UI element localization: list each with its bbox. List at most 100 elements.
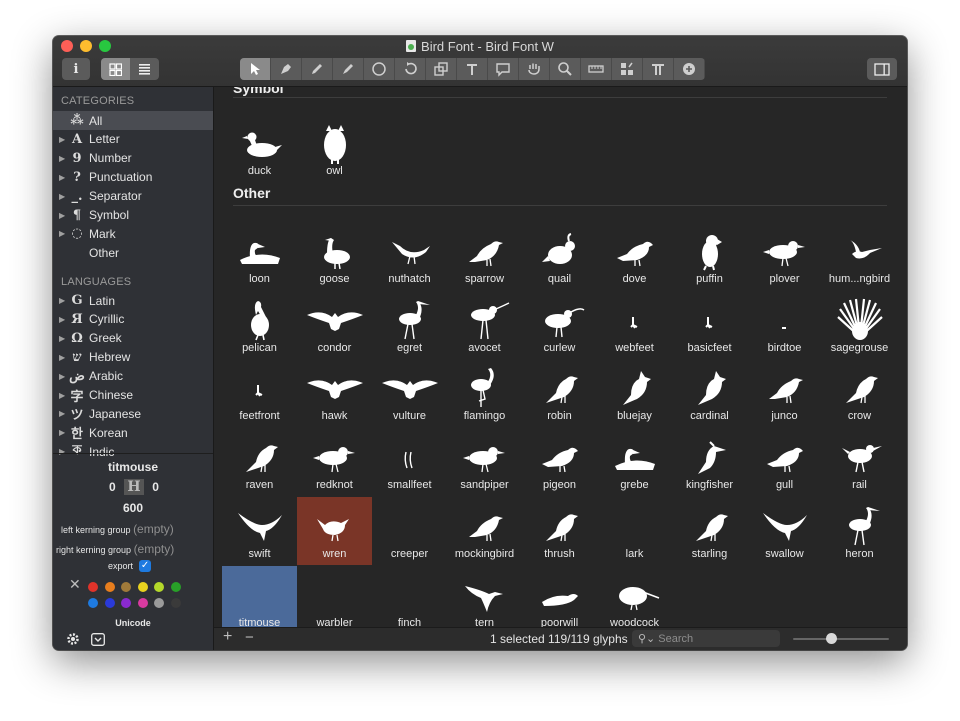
glyph-cell[interactable]: lark bbox=[597, 497, 672, 565]
tool-button[interactable] bbox=[581, 58, 612, 80]
clear-color-icon[interactable]: ✕ bbox=[69, 576, 81, 593]
glyph-cell[interactable]: basicfeet bbox=[672, 291, 747, 359]
disclosure-triangle-icon[interactable]: ▶ bbox=[59, 173, 69, 182]
tool-button[interactable] bbox=[364, 58, 395, 80]
glyph-cell[interactable]: flamingo bbox=[447, 359, 522, 427]
glyph-cell[interactable]: heron bbox=[822, 497, 897, 565]
tool-button[interactable] bbox=[674, 58, 705, 80]
disclosure-triangle-icon[interactable]: ▶ bbox=[59, 353, 69, 362]
glyph-cell[interactable]: sparrow bbox=[447, 222, 522, 290]
grid-view-button[interactable] bbox=[101, 58, 130, 80]
glyph-cell[interactable]: woodcock bbox=[597, 566, 672, 627]
remove-glyph-button[interactable]: − bbox=[245, 629, 254, 646]
disclosure-triangle-icon[interactable]: ▶ bbox=[59, 154, 69, 163]
category-item-letter[interactable]: ▶ A Letter bbox=[53, 130, 213, 149]
glyph-cell[interactable]: owl bbox=[297, 114, 372, 182]
tool-button[interactable] bbox=[550, 58, 581, 80]
export-checkbox[interactable]: ✓ bbox=[139, 560, 152, 572]
glyph-cell[interactable]: warbler bbox=[297, 566, 372, 628]
disclosure-triangle-icon[interactable]: ▶ bbox=[59, 447, 69, 456]
color-swatch[interactable] bbox=[104, 582, 115, 592]
disclosure-triangle-icon[interactable]: ▶ bbox=[59, 229, 69, 238]
language-item-korean[interactable]: ▶ 한 Korean bbox=[53, 423, 213, 443]
glyph-cell[interactable]: poorwill bbox=[522, 566, 597, 627]
glyph-cell[interactable]: egret bbox=[372, 291, 447, 359]
color-swatch[interactable] bbox=[154, 598, 164, 608]
glyph-cell[interactable]: goose bbox=[297, 222, 372, 290]
glyph-cell[interactable]: loon bbox=[222, 222, 297, 290]
glyph-cell[interactable]: kingfisher bbox=[672, 428, 747, 496]
disclosure-triangle-icon[interactable]: ▶ bbox=[59, 211, 69, 220]
color-swatch[interactable] bbox=[137, 582, 148, 592]
glyph-cell[interactable]: puffin bbox=[672, 222, 747, 290]
info-button[interactable]: i bbox=[62, 58, 90, 80]
glyph-cell[interactable]: bluejay bbox=[597, 359, 672, 427]
tool-button[interactable] bbox=[519, 58, 550, 80]
left-bearing-value[interactable]: 0 bbox=[109, 480, 116, 494]
glyph-cell[interactable]: pigeon bbox=[522, 428, 597, 496]
language-item-greek[interactable]: ▶ Ω Greek bbox=[53, 329, 213, 348]
glyph-cell[interactable]: raven bbox=[222, 428, 297, 496]
category-item-number[interactable]: ▶ 9 Number bbox=[53, 149, 213, 168]
tool-button[interactable] bbox=[271, 58, 302, 80]
glyph-cell[interactable]: vulture bbox=[372, 359, 447, 427]
search-field[interactable]: ⚲⌄ Search bbox=[632, 630, 780, 647]
color-swatch[interactable] bbox=[121, 582, 131, 592]
glyph-cell[interactable]: plover bbox=[747, 222, 822, 290]
category-item-symbol[interactable]: ▶ ¶ Symbol bbox=[53, 206, 213, 225]
zoom-slider-track[interactable] bbox=[793, 638, 889, 640]
glyph-cell[interactable]: mockingbird bbox=[447, 497, 522, 565]
glyph-cell[interactable]: finch bbox=[372, 566, 447, 628]
glyph-cell[interactable]: smallfeet bbox=[372, 428, 447, 496]
glyph-cell[interactable]: cardinal bbox=[672, 359, 747, 427]
glyph-cell[interactable]: duck bbox=[222, 114, 297, 182]
disclosure-triangle-icon[interactable]: ▶ bbox=[59, 192, 69, 201]
tool-button[interactable] bbox=[643, 58, 674, 80]
disclosure-triangle-icon[interactable]: ▶ bbox=[59, 391, 69, 400]
language-item-cyrillic[interactable]: ▶ Я Cyrillic bbox=[53, 310, 213, 329]
glyph-cell[interactable]: junco bbox=[747, 359, 822, 427]
color-swatch[interactable] bbox=[154, 582, 164, 592]
language-item-japanese[interactable]: ▶ ツ Japanese bbox=[53, 404, 213, 424]
tool-button[interactable] bbox=[395, 58, 426, 80]
glyph-cell[interactable]: webfeet bbox=[597, 291, 672, 359]
sidebar-toggle-button[interactable] bbox=[867, 58, 897, 80]
right-bearing-value[interactable]: 0 bbox=[152, 480, 159, 494]
glyph-cell[interactable]: grebe bbox=[597, 428, 672, 496]
glyph-cell[interactable]: titmouse bbox=[222, 565, 297, 627]
category-item-mark[interactable]: ▶ ◌ Mark bbox=[53, 224, 213, 243]
tool-button[interactable] bbox=[612, 58, 643, 80]
glyph-cell[interactable]: rail bbox=[822, 428, 897, 496]
glyph-cell[interactable]: redknot bbox=[297, 428, 372, 496]
tool-button[interactable] bbox=[426, 58, 457, 80]
glyph-cell[interactable]: dove bbox=[597, 222, 672, 290]
color-swatch[interactable] bbox=[121, 598, 131, 608]
glyph-cell[interactable]: feetfront bbox=[222, 359, 297, 427]
glyph-cell[interactable]: crow bbox=[822, 359, 897, 427]
tool-button[interactable] bbox=[302, 58, 333, 80]
glyph-cell[interactable]: quail bbox=[522, 222, 597, 290]
glyph-cell[interactable]: wren bbox=[297, 496, 372, 565]
glyph-cell[interactable]: starling bbox=[672, 497, 747, 565]
glyph-cell[interactable]: swift bbox=[222, 497, 297, 565]
glyph-cell[interactable]: pelican bbox=[222, 291, 297, 359]
disclosure-triangle-icon[interactable]: ▶ bbox=[59, 409, 69, 418]
disclosure-triangle-icon[interactable]: ▶ bbox=[59, 372, 69, 381]
glyph-cell[interactable]: avocet bbox=[447, 291, 522, 359]
glyph-cell[interactable]: hum...ngbird bbox=[822, 222, 897, 290]
glyph-cell[interactable]: gull bbox=[747, 428, 822, 496]
language-item-arabic[interactable]: ▶ ض Arabic bbox=[53, 367, 213, 386]
glyph-cell[interactable]: curlew bbox=[522, 291, 597, 359]
glyph-cell[interactable]: swallow bbox=[747, 497, 822, 565]
language-item-hebrew[interactable]: ▶ ש Hebrew bbox=[53, 348, 213, 367]
glyph-cell[interactable]: robin bbox=[522, 359, 597, 427]
color-swatch[interactable] bbox=[170, 582, 181, 592]
category-item-all[interactable]: ⁂ All bbox=[53, 111, 213, 130]
glyph-cell[interactable]: thrush bbox=[522, 497, 597, 565]
tool-button[interactable] bbox=[488, 58, 519, 80]
disclosure-triangle-icon[interactable]: ▶ bbox=[59, 334, 69, 343]
disclosure-triangle-icon[interactable]: ▶ bbox=[59, 135, 69, 144]
glyph-cell[interactable]: tern bbox=[447, 566, 522, 627]
add-glyph-button[interactable]: + bbox=[223, 628, 232, 646]
zoom-slider-knob[interactable] bbox=[825, 633, 837, 644]
